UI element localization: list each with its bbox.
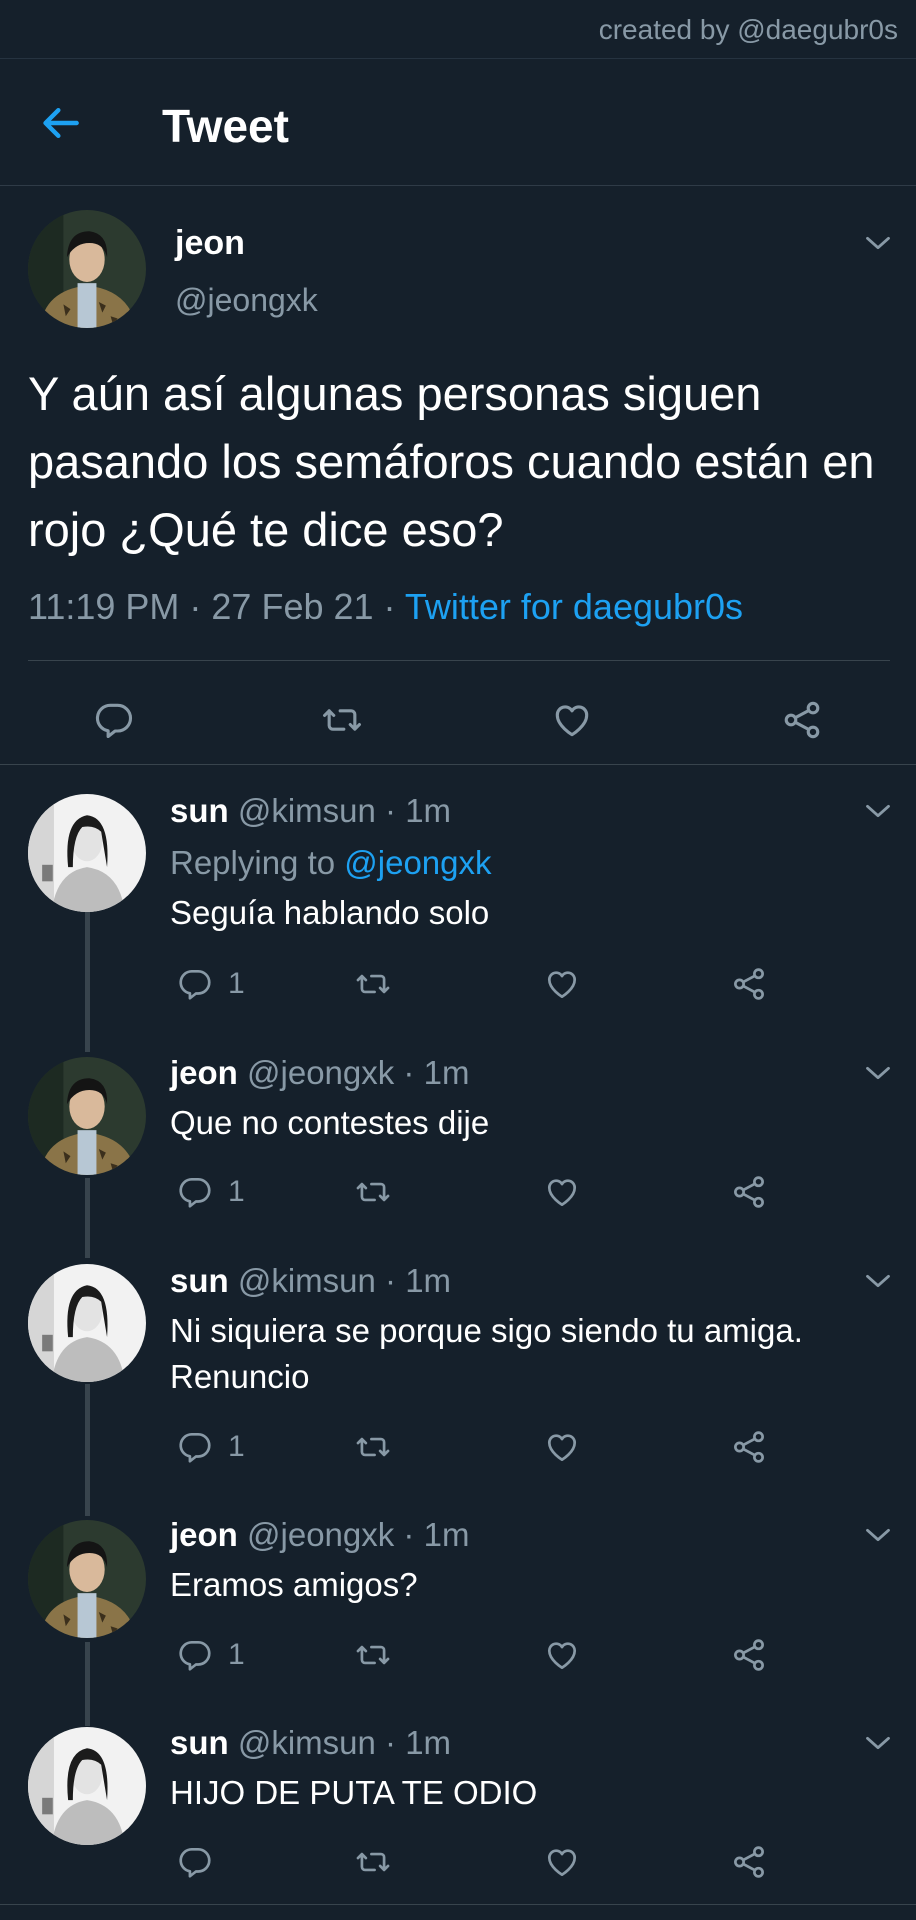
- reply-text: Eramos amigos?: [170, 1566, 418, 1603]
- author-handle: @kimsun · 1m: [237, 1724, 452, 1761]
- tweet-text: Y aún así algunas personas siguen pasand…: [28, 367, 875, 556]
- thread-connector: [85, 1642, 90, 1726]
- avatar[interactable]: [28, 1727, 146, 1845]
- reply-icon[interactable]: [176, 1636, 214, 1674]
- page-title: Tweet: [162, 100, 289, 152]
- author-handle: @jeongxk · 1m: [247, 1516, 470, 1553]
- top-app-bar: Tweet: [0, 58, 916, 186]
- reply-icon[interactable]: [176, 1843, 214, 1881]
- share-icon[interactable]: [730, 965, 768, 1003]
- author-name[interactable]: sun: [170, 1262, 229, 1299]
- avatar[interactable]: [28, 1520, 146, 1638]
- divider: [0, 764, 916, 765]
- like-icon[interactable]: [550, 698, 594, 742]
- avatar[interactable]: [28, 794, 146, 912]
- author-handle: @kimsun · 1m: [237, 792, 452, 829]
- retweet-icon[interactable]: [354, 965, 392, 1003]
- divider: [0, 1904, 916, 1905]
- reply-header: sun @kimsun · 1m: [170, 792, 451, 830]
- chevron-down-icon[interactable]: [864, 1526, 892, 1544]
- reply-header: sun @kimsun · 1m: [170, 1262, 451, 1300]
- share-icon[interactable]: [730, 1636, 768, 1674]
- reply-count: 1: [228, 1430, 245, 1463]
- reply-count: 1: [228, 967, 245, 1000]
- reply-count: 1: [228, 1638, 245, 1671]
- reply-text: Ni siquiera se porque sigo siendo tu ami…: [170, 1312, 803, 1395]
- reply-icon[interactable]: [176, 965, 214, 1003]
- reply-header: sun @kimsun · 1m: [170, 1724, 451, 1762]
- author-handle: @jeongxk · 1m: [247, 1054, 470, 1091]
- like-icon[interactable]: [543, 1173, 581, 1211]
- chevron-down-icon[interactable]: [864, 1064, 892, 1082]
- chevron-down-icon[interactable]: [864, 1272, 892, 1290]
- arrow-left-icon[interactable]: [40, 101, 84, 145]
- chevron-down-icon[interactable]: [864, 802, 892, 820]
- tweet-timestamp: 11:19 PM · 27 Feb 21 ·: [28, 586, 405, 627]
- reply-actions: 1: [170, 965, 790, 1015]
- reply-actions: [170, 1843, 790, 1893]
- avatar[interactable]: [28, 210, 146, 328]
- avatar[interactable]: [28, 1057, 146, 1175]
- mention-link[interactable]: @jeongxk: [344, 844, 491, 881]
- reply-actions: 1: [170, 1636, 790, 1686]
- reply-text: Que no contestes dije: [170, 1104, 490, 1141]
- replying-prefix: Replying to: [170, 844, 345, 881]
- retweet-icon[interactable]: [354, 1843, 392, 1881]
- author-handle[interactable]: @jeongxk: [175, 282, 318, 319]
- divider: [28, 660, 890, 661]
- thread-connector: [85, 1178, 90, 1258]
- reply-actions: 1: [170, 1173, 790, 1223]
- thread-connector: [85, 1384, 90, 1516]
- retweet-icon[interactable]: [354, 1173, 392, 1211]
- like-icon[interactable]: [543, 1843, 581, 1881]
- chevron-down-icon[interactable]: [864, 234, 892, 252]
- reply-text: HIJO DE PUTA TE ODIO: [170, 1774, 538, 1811]
- reply-header: jeon @jeongxk · 1m: [170, 1516, 469, 1554]
- watermark: created by @daegubr0s: [598, 14, 898, 45]
- replying-to: Replying to @jeongxk: [170, 844, 492, 882]
- author-name[interactable]: sun: [170, 1724, 229, 1761]
- retweet-icon[interactable]: [320, 698, 364, 742]
- reply-count: 1: [228, 1175, 245, 1208]
- share-icon[interactable]: [730, 1843, 768, 1881]
- like-icon[interactable]: [543, 965, 581, 1003]
- share-icon[interactable]: [780, 698, 824, 742]
- retweet-icon[interactable]: [354, 1428, 392, 1466]
- tweet-actions: [0, 678, 916, 764]
- like-icon[interactable]: [543, 1428, 581, 1466]
- share-icon[interactable]: [730, 1173, 768, 1211]
- tweet-source-link[interactable]: Twitter for daegubr0s: [405, 586, 743, 627]
- reply-icon[interactable]: [176, 1428, 214, 1466]
- reply-text: Seguía hablando solo: [170, 894, 490, 931]
- reply-header: jeon @jeongxk · 1m: [170, 1054, 469, 1092]
- like-icon[interactable]: [543, 1636, 581, 1674]
- chevron-down-icon[interactable]: [864, 1734, 892, 1752]
- tweet-meta: 11:19 PM · 27 Feb 21 · Twitter for daegu…: [28, 586, 743, 628]
- author-name[interactable]: jeon: [175, 224, 245, 263]
- share-icon[interactable]: [730, 1428, 768, 1466]
- avatar[interactable]: [28, 1264, 146, 1382]
- author-handle: @kimsun · 1m: [237, 1262, 452, 1299]
- thread-connector: [85, 912, 90, 1052]
- author-name[interactable]: jeon: [170, 1516, 238, 1553]
- reply-icon[interactable]: [176, 1173, 214, 1211]
- author-name[interactable]: jeon: [170, 1054, 238, 1091]
- retweet-icon[interactable]: [354, 1636, 392, 1674]
- author-name[interactable]: sun: [170, 792, 229, 829]
- reply-actions: 1: [170, 1428, 790, 1478]
- reply-icon[interactable]: [92, 698, 136, 742]
